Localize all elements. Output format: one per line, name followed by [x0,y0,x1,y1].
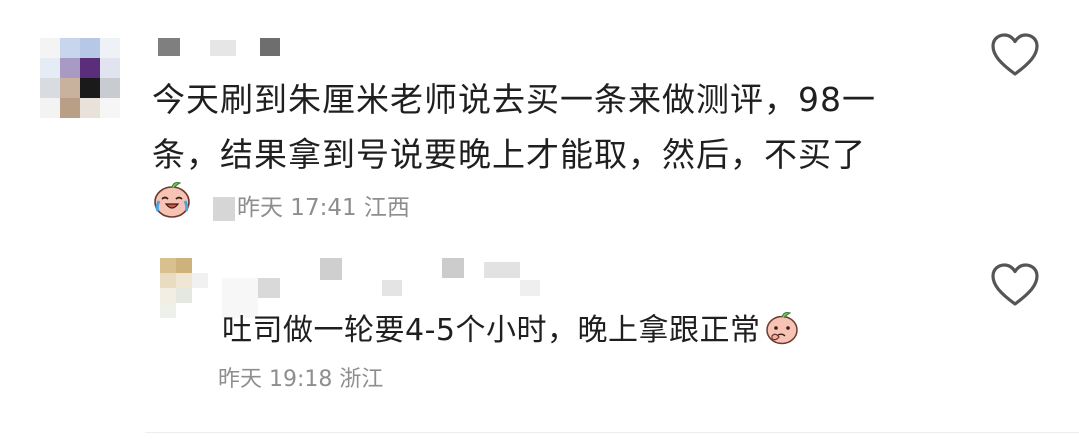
redaction-block [213,196,235,221]
comment-text: 今天刷到朱厘米老师说去买一条来做测评，98一 条，结果拿到号说要晚上才能取，然后… [152,72,876,182]
crying-laughing-peach-sticker [150,177,194,221]
thinking-peach-sticker [763,308,801,346]
comment-text-line: 今天刷到朱厘米老师说去买一条来做测评，98一 [152,80,876,119]
reply-meta: 昨天 19:18 浙江 [218,361,383,393]
comment-time: 昨天 17:41 [237,195,357,221]
comment-meta: 昨天 17:41 江西 [213,188,410,222]
comment-item[interactable]: 今天刷到朱厘米老师说去买一条来做测评，98一 条，结果拿到号说要晚上才能取，然后… [0,0,1079,235]
comment-location: 江西 [363,195,410,221]
reply-location: 浙江 [339,367,384,392]
comment-text-line: 条，结果拿到号说要晚上才能取，然后，不买了 [152,135,866,174]
divider [145,432,1079,433]
username[interactable] [158,38,280,56]
heart-outline-icon[interactable] [990,32,1040,78]
heart-outline-icon[interactable] [990,262,1040,308]
avatar[interactable] [40,38,120,118]
reply-time: 昨天 19:18 [218,367,333,392]
avatar[interactable] [160,258,208,318]
reply-text-body: 吐司做一轮要4-5个小时，晚上拿跟正常 [222,313,761,348]
reply-text: 吐司做一轮要4-5个小时，晚上拿跟正常 [222,305,801,357]
